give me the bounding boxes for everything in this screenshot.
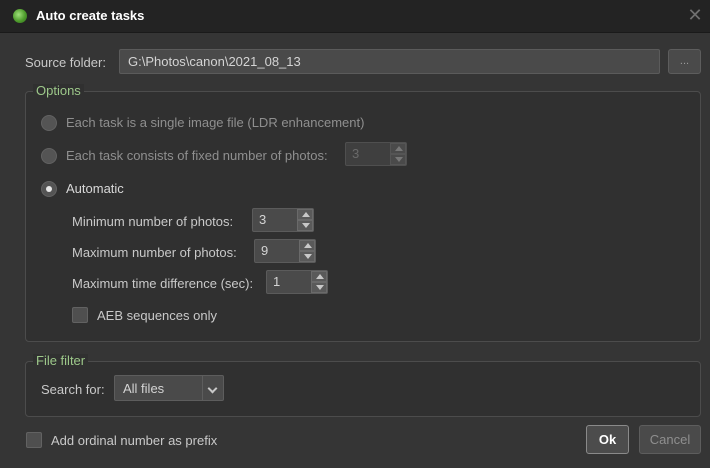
time-spin-arrows [311, 271, 327, 293]
ok-button[interactable]: Ok [586, 425, 629, 454]
max-photos-value: 9 [261, 243, 269, 258]
source-folder-input[interactable]: G:\Photos\canon\2021_08_13 [119, 49, 660, 74]
min-photos-label: Minimum number of photos: [72, 214, 234, 229]
spin-up-icon[interactable] [297, 209, 313, 220]
fixed-number-value: 3 [352, 146, 360, 161]
window-title: Auto create tasks [36, 8, 145, 23]
aeb-checkbox[interactable] [72, 307, 88, 323]
close-icon[interactable]: ✕ [686, 6, 704, 24]
title-bar: Auto create tasks ✕ [0, 0, 710, 33]
max-time-label: Maximum time difference (sec): [72, 276, 254, 291]
min-photos-spinbox[interactable]: 3 [252, 208, 314, 232]
file-filter-group-title: File filter [33, 354, 89, 368]
max-spin-arrows [299, 240, 315, 262]
radio-single-image[interactable] [41, 115, 57, 131]
spin-down-icon[interactable] [390, 154, 406, 165]
radio-automatic-label: Automatic [66, 181, 124, 196]
prefix-label: Add ordinal number as prefix [51, 433, 218, 448]
radio-fixed-number[interactable] [41, 148, 57, 164]
fixed-number-spinbox[interactable]: 3 [345, 142, 407, 166]
options-group-title: Options [33, 84, 84, 98]
search-for-label: Search for: [41, 382, 105, 397]
max-photos-spinbox[interactable]: 9 [254, 239, 316, 263]
spin-up-icon[interactable] [390, 143, 406, 154]
source-folder-label: Source folder: [25, 55, 106, 70]
radio-fixed-number-label: Each task consists of fixed number of ph… [66, 148, 328, 163]
spin-up-icon[interactable] [299, 240, 315, 251]
browse-button[interactable]: ... [668, 49, 701, 74]
max-time-value: 1 [273, 274, 281, 289]
chevron-down-icon [202, 376, 223, 400]
spin-up-icon[interactable] [311, 271, 327, 282]
radio-single-image-label: Each task is a single image file (LDR en… [66, 115, 365, 130]
spin-down-icon[interactable] [299, 251, 315, 262]
app-logo-icon [13, 9, 27, 23]
aeb-label: AEB sequences only [97, 308, 217, 323]
search-for-value: All files [123, 381, 165, 396]
radio-automatic[interactable] [41, 181, 57, 197]
spin-down-icon[interactable] [311, 282, 327, 293]
min-photos-value: 3 [259, 212, 267, 227]
min-spin-arrows [297, 209, 313, 231]
spin-down-icon[interactable] [297, 220, 313, 231]
cancel-button[interactable]: Cancel [639, 425, 701, 454]
prefix-checkbox[interactable] [26, 432, 42, 448]
max-time-spinbox[interactable]: 1 [266, 270, 328, 294]
search-for-select[interactable]: All files [114, 375, 224, 401]
fixed-spin-arrows [390, 143, 406, 165]
max-photos-label: Maximum number of photos: [72, 245, 237, 260]
